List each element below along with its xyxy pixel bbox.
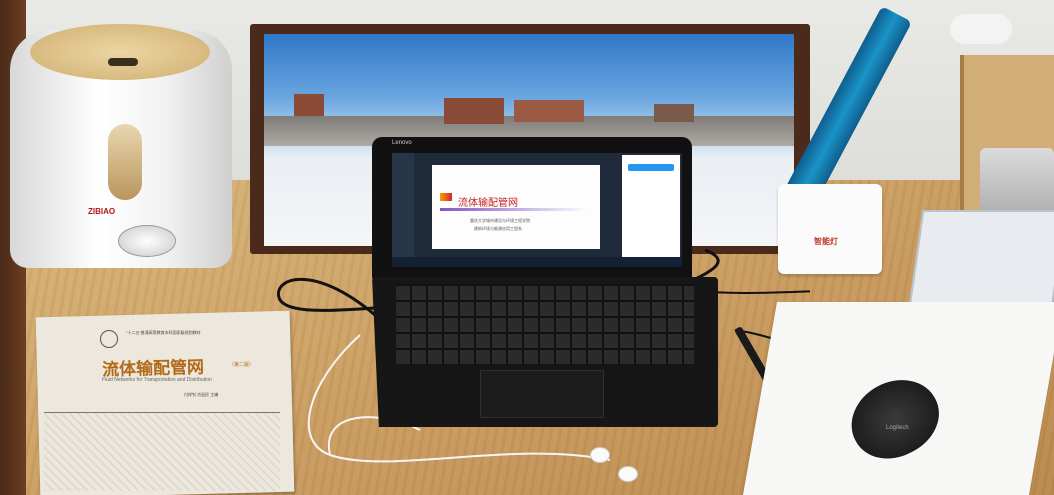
humidifier-lid — [30, 24, 210, 80]
keyboard — [396, 284, 694, 364]
app-toolbar[interactable] — [392, 257, 682, 267]
book-logo — [100, 330, 118, 348]
earbud-right — [618, 466, 638, 482]
desk-photo: ZIBIAO 智能灯 “十二五”普通高等教育本科国家级规划教材 流体输配管网 （… — [0, 0, 1054, 495]
humidifier-slot — [108, 58, 138, 66]
earbud-left — [590, 447, 610, 463]
book-authors: 付祥钊 肖益民 主编 — [184, 392, 219, 397]
app-sidebar[interactable] — [392, 153, 414, 267]
book-edition: （第二版） — [229, 362, 255, 368]
slide-line-1: 重庆大学城市建设与环境工程学院 — [470, 218, 530, 223]
book-cover-sketch — [44, 412, 280, 491]
wallpaper-building — [444, 98, 504, 124]
mouse-brand: Logitech — [886, 425, 909, 431]
humidifier-brand: ZIBIAO — [88, 207, 116, 216]
slide-line-2: 建筑环境与能源应用工程系 — [474, 226, 522, 231]
slide-divider — [440, 208, 590, 211]
touchpad — [480, 370, 604, 418]
book-english-title: Fluid Networks for Transportation and Di… — [102, 377, 212, 383]
wallpaper-building — [294, 94, 324, 116]
app-panel-button[interactable] — [628, 164, 674, 171]
slide-logo-mark — [440, 193, 452, 201]
slide-title: 流体输配管网 — [458, 198, 518, 209]
laptop-brand: Lenovo — [392, 140, 412, 146]
wallpaper-building — [654, 104, 694, 122]
humidifier-water-window — [108, 124, 142, 200]
desk-lamp-head — [950, 14, 1012, 44]
wallpaper-building — [514, 100, 584, 122]
app-right-panel[interactable] — [622, 155, 680, 265]
lamp-label: 智能灯 — [814, 237, 838, 246]
book-series-header: “十二五”普通高等教育本科国家级规划教材 — [126, 330, 201, 335]
humidifier-knob — [118, 225, 176, 257]
